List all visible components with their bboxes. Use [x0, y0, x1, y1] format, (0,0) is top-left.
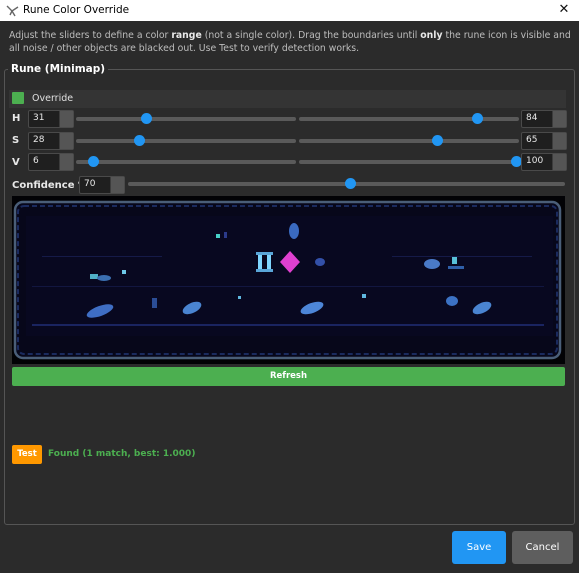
window-title: Rune Color Override — [23, 4, 130, 16]
h-min-value: 31 — [33, 113, 45, 123]
h-max-stepper[interactable] — [552, 111, 566, 127]
h-max-handle[interactable] — [471, 113, 483, 124]
test-button[interactable]: Test — [12, 445, 42, 464]
override-checkbox[interactable] — [12, 92, 24, 104]
h-min-handle[interactable] — [140, 113, 152, 124]
title-bar: Rune Color Override ✕ — [0, 0, 579, 21]
group-title: Rune (Minimap) — [8, 63, 109, 75]
detection-status: Found (1 match, best: 1.000) — [48, 449, 196, 459]
minimap-mask-image — [12, 196, 565, 364]
v-max-spinbox[interactable]: 100 — [521, 153, 567, 171]
v-min-value: 6 — [33, 156, 39, 166]
refresh-button[interactable]: Refresh — [12, 367, 565, 386]
override-row[interactable]: Override — [9, 90, 566, 108]
s-max-stepper[interactable] — [552, 133, 566, 149]
minimap-preview — [12, 196, 565, 364]
app-icon — [6, 5, 19, 17]
instructions-text: Adjust the sliders to define a color ran… — [9, 30, 571, 54]
s-max-slider[interactable] — [299, 135, 519, 146]
s-min-slider[interactable] — [76, 135, 296, 146]
confidence-spinbox[interactable]: 70 — [79, 176, 125, 194]
close-icon[interactable]: ✕ — [549, 0, 579, 21]
v-min-spinbox[interactable]: 6 — [28, 153, 74, 171]
h-min-spinbox[interactable]: 31 — [28, 110, 74, 128]
h-max-value: 84 — [526, 113, 538, 123]
s-max-spinbox[interactable]: 65 — [521, 132, 567, 150]
override-label: Override — [32, 93, 74, 104]
h-label: H — [12, 113, 21, 124]
confidence-slider[interactable] — [128, 178, 565, 189]
s-label: S — [12, 135, 20, 146]
confidence-value: 70 — [84, 179, 96, 189]
cancel-button[interactable]: Cancel — [512, 531, 573, 564]
h-min-slider[interactable] — [76, 113, 296, 124]
h-min-stepper[interactable] — [59, 111, 73, 127]
s-min-stepper[interactable] — [59, 133, 73, 149]
save-button[interactable]: Save — [452, 531, 506, 564]
s-min-spinbox[interactable]: 28 — [28, 132, 74, 150]
h-max-spinbox[interactable]: 84 — [521, 110, 567, 128]
v-max-value: 100 — [526, 156, 544, 166]
confidence-stepper[interactable] — [110, 177, 124, 193]
s-min-value: 28 — [33, 135, 45, 145]
v-max-stepper[interactable] — [552, 154, 566, 170]
s-max-value: 65 — [526, 135, 538, 145]
v-max-slider[interactable] — [299, 156, 523, 167]
h-max-slider[interactable] — [299, 113, 519, 124]
v-label: V — [12, 157, 20, 168]
v-min-stepper[interactable] — [59, 154, 73, 170]
confidence-label: Confidence % — [12, 180, 89, 191]
v-min-slider[interactable] — [76, 156, 296, 167]
